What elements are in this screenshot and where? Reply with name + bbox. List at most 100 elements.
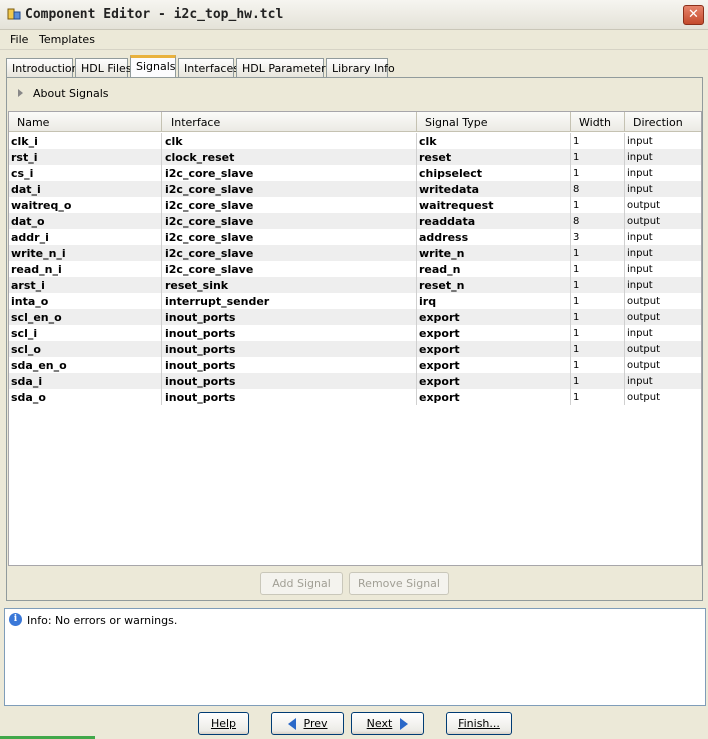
cell-name[interactable]: read_n_i [9, 261, 162, 277]
cell-signal-type[interactable]: readdata [417, 213, 571, 229]
cell-direction[interactable]: input [625, 261, 701, 277]
cell-width[interactable]: 1 [571, 389, 625, 405]
cell-width[interactable]: 1 [571, 197, 625, 213]
table-row[interactable]: waitreq_o i2c_core_slave waitrequest 1 outpu… [9, 197, 701, 213]
cell-signal-type[interactable]: write_n [417, 245, 571, 261]
table-row[interactable]: inta_o interrupt_sender irq 1 output [9, 293, 701, 309]
cell-name[interactable]: scl_i [9, 325, 162, 341]
cell-width[interactable]: 1 [571, 149, 625, 165]
cell-signal-type[interactable]: chipselect [417, 165, 571, 181]
table-row[interactable]: rst_i clock_reset reset 1 input [9, 149, 701, 165]
menu-file[interactable]: File [10, 33, 28, 46]
remove-signal-button[interactable]: Remove Signal [349, 572, 449, 595]
cell-width[interactable]: 1 [571, 245, 625, 261]
cell-signal-type[interactable]: address [417, 229, 571, 245]
cell-direction[interactable]: input [625, 277, 701, 293]
cell-direction[interactable]: output [625, 341, 701, 357]
cell-direction[interactable]: output [625, 293, 701, 309]
cell-interface[interactable]: inout_ports [163, 389, 417, 405]
table-row[interactable]: cs_i i2c_core_slave chipselect 1 input [9, 165, 701, 181]
cell-direction[interactable]: output [625, 309, 701, 325]
cell-direction[interactable]: input [625, 149, 701, 165]
cell-width[interactable]: 8 [571, 181, 625, 197]
cell-width[interactable]: 1 [571, 309, 625, 325]
cell-width[interactable]: 1 [571, 133, 625, 149]
cell-interface[interactable]: i2c_core_slave [163, 245, 417, 261]
tab-introduction[interactable]: Introduction [6, 58, 79, 77]
cell-interface[interactable]: i2c_core_slave [163, 165, 417, 181]
cell-direction[interactable]: input [625, 325, 701, 341]
menu-templates[interactable]: Templates [39, 33, 95, 46]
cell-width[interactable]: 1 [571, 341, 625, 357]
cell-width[interactable]: 1 [571, 165, 625, 181]
help-button[interactable]: Help [198, 712, 249, 735]
cell-interface[interactable]: inout_ports [163, 325, 417, 341]
table-row[interactable]: clk_i clk clk 1 input [9, 133, 701, 149]
add-signal-button[interactable]: Add Signal [260, 572, 343, 595]
cell-name[interactable]: clk_i [9, 133, 162, 149]
cell-name[interactable]: dat_i [9, 181, 162, 197]
tab-hdl-parameters[interactable]: HDL Parameters [236, 58, 331, 77]
table-row[interactable]: dat_o i2c_core_slave readdata 8 output [9, 213, 701, 229]
cell-interface[interactable]: inout_ports [163, 341, 417, 357]
cell-interface[interactable]: inout_ports [163, 373, 417, 389]
cell-interface[interactable]: reset_sink [163, 277, 417, 293]
cell-name[interactable]: scl_en_o [9, 309, 162, 325]
cell-signal-type[interactable]: export [417, 357, 571, 373]
table-row[interactable]: dat_i i2c_core_slave writedata 8 input [9, 181, 701, 197]
cell-interface[interactable]: i2c_core_slave [163, 229, 417, 245]
table-row[interactable]: read_n_i i2c_core_slave read_n 1 input [9, 261, 701, 277]
cell-name[interactable]: write_n_i [9, 245, 162, 261]
cell-signal-type[interactable]: waitrequest [417, 197, 571, 213]
prev-button[interactable]: Prev [271, 712, 344, 735]
cell-signal-type[interactable]: reset_n [417, 277, 571, 293]
cell-name[interactable]: addr_i [9, 229, 162, 245]
cell-interface[interactable]: clock_reset [163, 149, 417, 165]
cell-width[interactable]: 1 [571, 357, 625, 373]
cell-signal-type[interactable]: irq [417, 293, 571, 309]
cell-signal-type[interactable]: reset [417, 149, 571, 165]
column-header-interface[interactable]: Interface [163, 112, 417, 132]
cell-width[interactable]: 3 [571, 229, 625, 245]
cell-name[interactable]: sda_en_o [9, 357, 162, 373]
cell-interface[interactable]: interrupt_sender [163, 293, 417, 309]
table-row[interactable]: scl_o inout_ports export 1 output [9, 341, 701, 357]
cell-width[interactable]: 1 [571, 293, 625, 309]
cell-width[interactable]: 1 [571, 277, 625, 293]
cell-width[interactable]: 8 [571, 213, 625, 229]
tab-hdl-files[interactable]: HDL Files [75, 58, 132, 77]
cell-signal-type[interactable]: export [417, 325, 571, 341]
cell-interface[interactable]: inout_ports [163, 357, 417, 373]
cell-interface[interactable]: i2c_core_slave [163, 213, 417, 229]
cell-signal-type[interactable]: export [417, 373, 571, 389]
cell-width[interactable]: 1 [571, 261, 625, 277]
cell-direction[interactable]: input [625, 165, 701, 181]
column-header-width[interactable]: Width [571, 112, 625, 132]
tab-interfaces[interactable]: Interfaces [178, 58, 239, 77]
next-button[interactable]: Next [351, 712, 424, 735]
column-header-direction[interactable]: Direction [625, 112, 701, 132]
cell-signal-type[interactable]: export [417, 309, 571, 325]
cell-direction[interactable]: input [625, 245, 701, 261]
cell-signal-type[interactable]: clk [417, 133, 571, 149]
cell-interface[interactable]: clk [163, 133, 417, 149]
table-row[interactable]: addr_i i2c_core_slave address 3 input [9, 229, 701, 245]
cell-name[interactable]: inta_o [9, 293, 162, 309]
cell-direction[interactable]: input [625, 181, 701, 197]
cell-interface[interactable]: inout_ports [163, 309, 417, 325]
cell-interface[interactable]: i2c_core_slave [163, 261, 417, 277]
table-row[interactable]: sda_i inout_ports export 1 input [9, 373, 701, 389]
finish-button[interactable]: Finish... [446, 712, 512, 735]
table-row[interactable]: arst_i reset_sink reset_n 1 input [9, 277, 701, 293]
cell-direction[interactable]: output [625, 357, 701, 373]
column-header-signal-type[interactable]: Signal Type [417, 112, 571, 132]
cell-direction[interactable]: input [625, 229, 701, 245]
cell-name[interactable]: dat_o [9, 213, 162, 229]
close-button[interactable]: ✕ [683, 5, 704, 25]
cell-direction[interactable]: input [625, 133, 701, 149]
table-row[interactable]: sda_o inout_ports export 1 output [9, 389, 701, 405]
cell-direction[interactable]: input [625, 373, 701, 389]
tab-signals[interactable]: Signals [130, 55, 176, 78]
cell-direction[interactable]: output [625, 213, 701, 229]
cell-name[interactable]: waitreq_o [9, 197, 162, 213]
